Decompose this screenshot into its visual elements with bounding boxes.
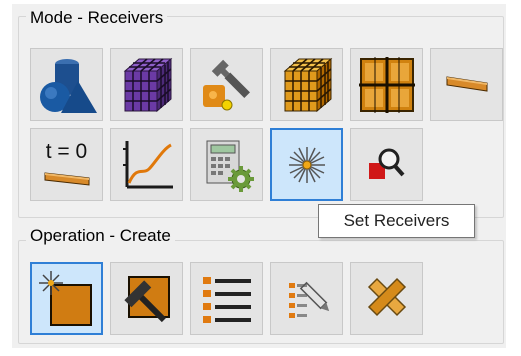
hammer-icon <box>123 275 170 322</box>
time-zero-icon <box>44 171 89 186</box>
mode-group-title: Mode - Receivers <box>26 8 168 28</box>
grid-panel-icon <box>358 56 415 113</box>
inspect-magnifier-icon <box>368 148 404 179</box>
time-zero-button[interactable]: t = 0 <box>30 128 103 201</box>
starburst-icon <box>288 146 325 183</box>
line-graph-icon <box>122 140 173 188</box>
delete-button[interactable] <box>350 262 423 335</box>
orange-grid-cube-icon <box>283 57 332 112</box>
time-zero-label: t = 0 <box>45 139 88 163</box>
delete-x-icon <box>367 277 406 316</box>
panel-mode-button[interactable] <box>350 48 423 121</box>
mesh-mode-button[interactable] <box>110 48 183 121</box>
tools-mode-button[interactable] <box>190 48 263 121</box>
purple-grid-cube-icon <box>123 57 172 112</box>
inspect-button[interactable] <box>350 128 423 201</box>
operation-group-title: Operation - Create <box>26 226 175 246</box>
graph-button[interactable] <box>110 128 183 201</box>
list-icon <box>202 276 251 323</box>
toolbox-panel: Mode - Receivers t = 0 Operation - Creat… <box>12 4 506 348</box>
build-button[interactable] <box>110 262 183 335</box>
create-new-icon <box>38 270 92 326</box>
set-receivers-button[interactable] <box>270 128 343 201</box>
slab-mode-button[interactable] <box>430 48 503 121</box>
grid-mode-button[interactable] <box>270 48 343 121</box>
shapes-icon <box>39 58 97 113</box>
create-button[interactable] <box>30 262 103 335</box>
calculator-gear-icon <box>206 140 254 192</box>
edit-list-button[interactable] <box>270 262 343 335</box>
slab-icon <box>446 75 487 92</box>
list-button[interactable] <box>190 262 263 335</box>
calculator-settings-button[interactable] <box>190 128 263 201</box>
wrench-tool-icon <box>202 59 250 110</box>
edit-list-icon <box>288 281 329 318</box>
shapes-mode-button[interactable] <box>30 48 103 121</box>
set-receivers-tooltip: Set Receivers <box>318 204 475 238</box>
